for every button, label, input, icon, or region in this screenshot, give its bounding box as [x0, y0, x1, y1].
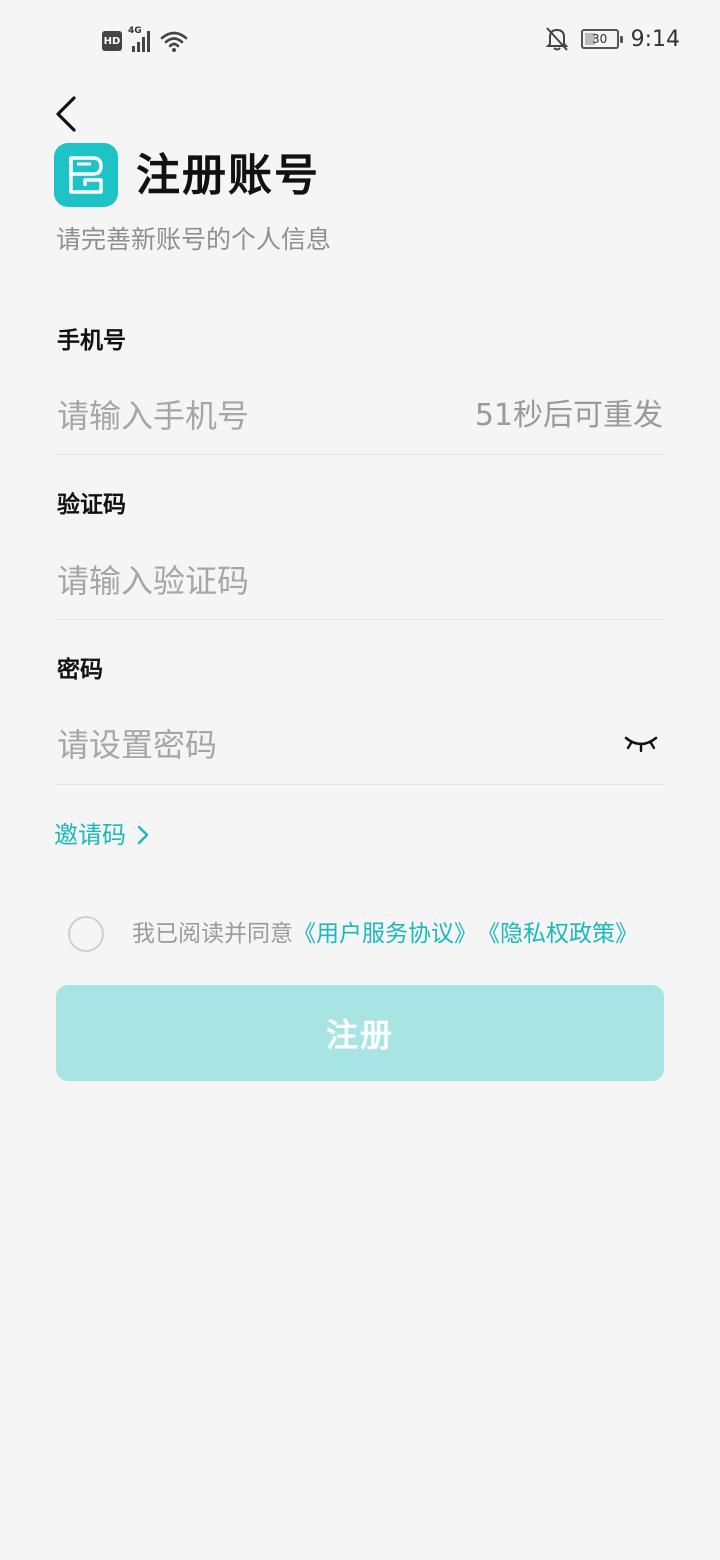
battery-icon: 30	[580, 29, 623, 49]
wifi-icon	[160, 31, 188, 52]
resend-countdown[interactable]: 51秒后可重发	[475, 395, 663, 437]
battery-level: 30	[591, 32, 608, 46]
toggle-password-visibility[interactable]	[622, 730, 660, 756]
code-input[interactable]	[57, 558, 617, 604]
bell-off-icon	[545, 27, 569, 51]
app-logo-icon	[69, 156, 103, 194]
code-label: 验证码	[57, 492, 126, 518]
network-type-label: 4G	[128, 26, 142, 36]
agreement-row: 我已阅读并同意 《用户服务协议》 《隐私权政策》	[68, 916, 638, 952]
register-button[interactable]: 注册	[56, 985, 664, 1081]
code-divider	[56, 619, 664, 620]
agreement-prefix: 我已阅读并同意	[132, 921, 293, 947]
password-divider	[56, 784, 664, 785]
register-page: HD 4G 30 9:14 注册账号 请完善新账号的个人信息 手机号 请输入手机…	[0, 0, 720, 1560]
status-time: 9:14	[630, 26, 680, 52]
status-bar-right: 30 9:14	[545, 26, 680, 52]
phone-divider	[56, 454, 664, 455]
page-title: 注册账号	[136, 150, 320, 201]
status-bar: HD 4G 30 9:14	[0, 0, 720, 84]
password-input[interactable]	[57, 722, 597, 768]
back-button[interactable]	[52, 92, 84, 136]
phone-label: 手机号	[57, 328, 126, 354]
chevron-right-icon	[137, 825, 149, 845]
user-agreement-link[interactable]: 《用户服务协议》	[293, 916, 477, 952]
app-logo	[54, 143, 118, 207]
eye-closed-icon	[624, 736, 658, 753]
hd-icon: HD	[102, 31, 122, 51]
chevron-left-icon	[56, 96, 76, 132]
invite-code-label: 邀请码	[54, 821, 126, 849]
privacy-policy-link[interactable]: 《隐私权政策》	[477, 916, 638, 952]
status-bar-left: HD 4G	[102, 26, 188, 54]
invite-code-link[interactable]: 邀请码	[54, 818, 150, 852]
password-label: 密码	[57, 657, 103, 683]
signal-icon: 4G	[128, 26, 154, 54]
agreement-checkbox[interactable]	[68, 916, 104, 952]
page-subtitle: 请完善新账号的个人信息	[56, 225, 332, 254]
phone-input[interactable]	[57, 393, 437, 439]
